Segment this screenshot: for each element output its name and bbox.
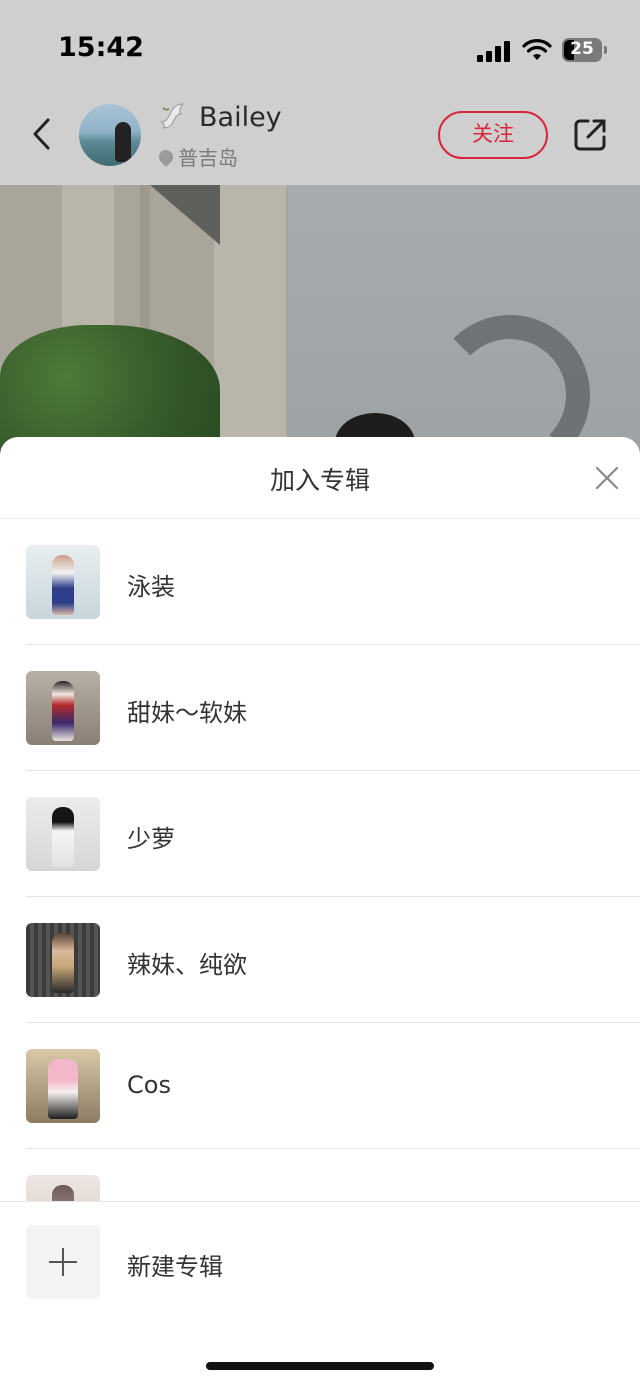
- album-item[interactable]: 辣妹、纯欲: [0, 897, 640, 1023]
- album-thumbnail: [26, 671, 100, 745]
- location-text: 普吉岛: [178, 146, 238, 170]
- add-to-album-sheet: 加入专辑 泳装 甜妹～软妹 少萝 辣妹、纯欲 Cos 新建专辑: [0, 437, 640, 1385]
- status-bar: 15:42 25: [0, 28, 640, 72]
- album-thumbnail: [26, 1175, 100, 1201]
- battery-level: 25: [570, 39, 594, 59]
- album-label: Cos: [127, 1071, 171, 1099]
- album-item[interactable]: 泳装: [0, 519, 640, 645]
- album-item[interactable]: 甜妹～软妹: [0, 645, 640, 771]
- album-item[interactable]: 少萝: [0, 771, 640, 897]
- album-label: 辣妹、纯欲: [127, 951, 247, 979]
- close-icon[interactable]: [594, 465, 620, 491]
- album-item[interactable]: [0, 1149, 640, 1201]
- album-item[interactable]: Cos: [0, 1023, 640, 1149]
- sheet-header: 加入专辑: [0, 437, 640, 519]
- new-album-label: 新建专辑: [127, 1253, 223, 1281]
- status-time: 15:42: [58, 32, 144, 63]
- home-indicator: [206, 1362, 434, 1370]
- new-album-button[interactable]: 新建专辑: [0, 1225, 640, 1301]
- album-thumbnail: [26, 545, 100, 619]
- battery-icon: 25: [562, 38, 608, 62]
- album-label: 甜妹～软妹: [127, 699, 247, 727]
- share-icon[interactable]: [572, 117, 608, 153]
- plus-icon: [26, 1225, 100, 1299]
- wifi-icon: [522, 39, 552, 60]
- avatar[interactable]: [79, 104, 141, 166]
- dove-icon: [160, 103, 185, 129]
- album-thumbnail: [26, 797, 100, 871]
- album-thumbnail: [26, 923, 100, 997]
- album-label: 少萝: [127, 825, 175, 853]
- follow-button[interactable]: 关注: [438, 111, 548, 159]
- album-label: 泳装: [127, 573, 175, 601]
- location-pin-icon: [156, 147, 176, 167]
- sheet-title: 加入专辑: [269, 466, 370, 495]
- cellular-signal-icon: [477, 40, 513, 62]
- album-list[interactable]: 泳装 甜妹～软妹 少萝 辣妹、纯欲 Cos: [0, 519, 640, 1201]
- back-arrow-icon[interactable]: [26, 112, 58, 156]
- username[interactable]: Bailey: [199, 102, 282, 133]
- location: 普吉岛: [156, 142, 238, 171]
- post-photo: [0, 185, 640, 455]
- album-thumbnail: [26, 1049, 100, 1123]
- divider: [0, 1201, 640, 1202]
